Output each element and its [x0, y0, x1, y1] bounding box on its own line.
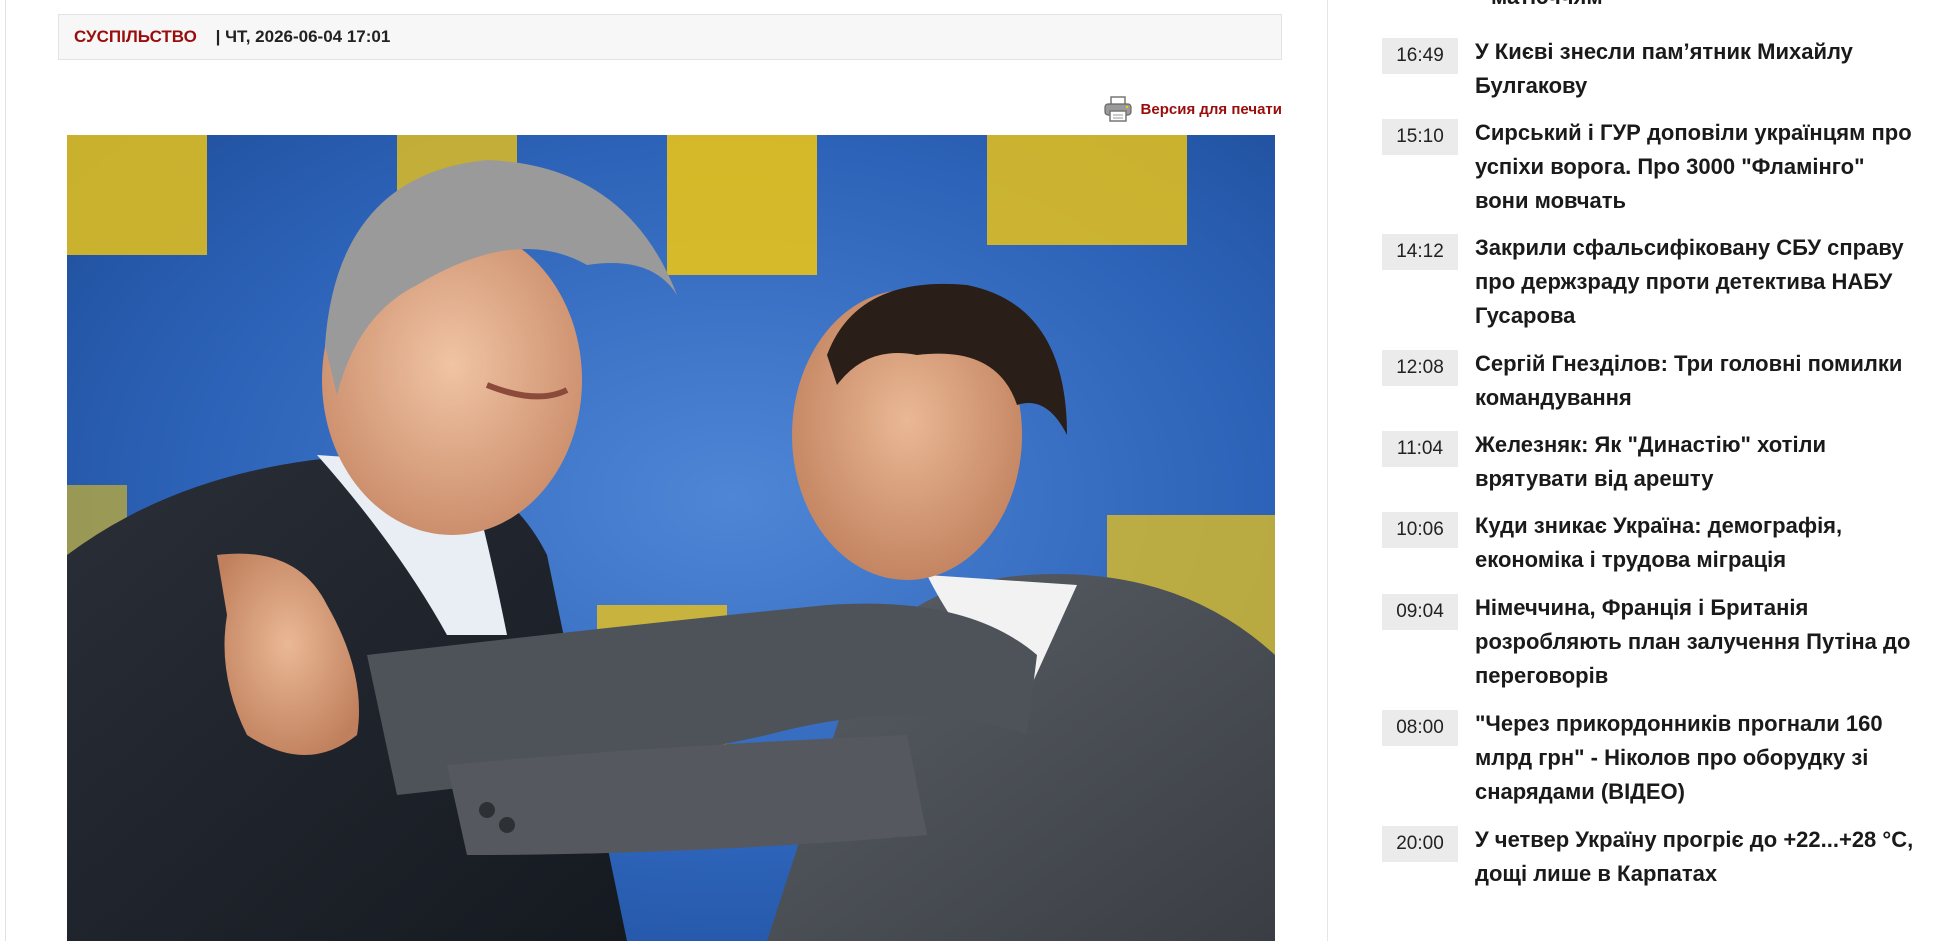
news-item-time: 08:00: [1382, 710, 1458, 746]
article-date: ЧТ, 2026-06-04 17:01: [225, 27, 391, 46]
news-item[interactable]: 14:12 Закрили сфальсифіковану СБУ справу…: [1382, 234, 1922, 333]
news-item[interactable]: 10:06 Куди зникає Україна: демографія, е…: [1382, 512, 1922, 577]
article-photo: [67, 135, 1275, 941]
column-divider: [1327, 0, 1328, 941]
news-item[interactable]: 09:04 Німеччина, Франція і Британія розр…: [1382, 594, 1922, 693]
print-version-label: Версия для печати: [1140, 100, 1282, 118]
news-item-time: 16:49: [1382, 38, 1458, 74]
article-meta-bar: Суспільство | ЧТ, 2026-06-04 17:01: [58, 14, 1282, 60]
news-item-title[interactable]: Закрили сфальсифіковану СБУ справу про д…: [1475, 231, 1915, 333]
meta-separator: |: [210, 27, 226, 46]
left-border: [5, 0, 6, 941]
news-item[interactable]: 11:04 Железняк: Як "Династію" хотіли вря…: [1382, 431, 1922, 496]
news-item[interactable]: 16:49 У Києві знесли пам’ятник Михайлу Б…: [1382, 38, 1922, 103]
news-item[interactable]: 15:10 Сирський і ГУР доповіли українцям …: [1382, 119, 1922, 218]
news-item-time: 10:06: [1382, 512, 1458, 548]
news-item-title[interactable]: "Через прикордонників прогнали 160 млрд …: [1475, 707, 1915, 809]
news-item-time: 14:12: [1382, 234, 1458, 270]
news-item-time: 12:08: [1382, 350, 1458, 386]
news-item-title[interactable]: Куди зникає Україна: демографія, економі…: [1475, 509, 1915, 577]
news-item-title[interactable]: У четвер Україну прогріє до +22...+28 °C…: [1475, 823, 1915, 891]
news-item[interactable]: 12:08 Сергій Гнезділов: Три головні поми…: [1382, 350, 1922, 415]
news-item-title[interactable]: Железняк: Як "Династію" хотіли врятувати…: [1475, 428, 1915, 496]
news-item[interactable]: 20:00 У четвер Україну прогріє до +22...…: [1382, 826, 1922, 891]
news-item-title[interactable]: Німеччина, Франція і Британія розробляют…: [1475, 591, 1915, 693]
news-item-time: 09:04: [1382, 594, 1458, 630]
news-item-partial-title[interactable]: матюччям: [1491, 0, 1603, 10]
news-item-title[interactable]: У Києві знесли пам’ятник Михайлу Булгако…: [1475, 35, 1915, 103]
news-item[interactable]: 08:00 "Через прикордонників прогнали 160…: [1382, 710, 1922, 809]
news-item-time: 15:10: [1382, 119, 1458, 155]
printer-icon: [1103, 96, 1133, 122]
news-item-title[interactable]: Сирський і ГУР доповіли українцям про ус…: [1475, 116, 1915, 218]
news-item-title[interactable]: Сергій Гнезділов: Три головні помилки ко…: [1475, 347, 1915, 415]
print-version-link[interactable]: Версия для печати: [1103, 96, 1282, 122]
news-item-time: 20:00: [1382, 826, 1458, 862]
news-item-time: 11:04: [1382, 431, 1458, 467]
category-link[interactable]: Суспільство: [74, 27, 197, 47]
